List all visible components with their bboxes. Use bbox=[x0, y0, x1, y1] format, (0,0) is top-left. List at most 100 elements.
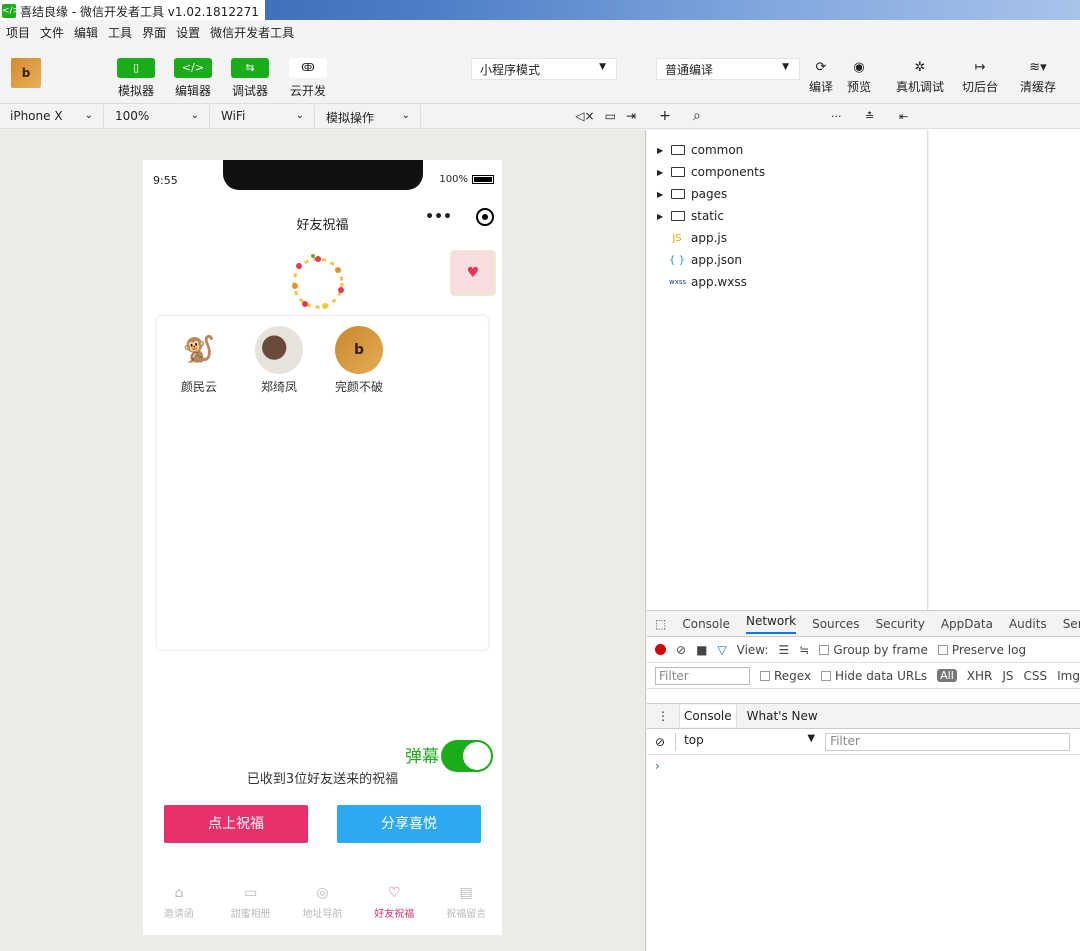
zoom-select[interactable]: 100% ⌄ bbox=[105, 105, 210, 129]
cloud-button[interactable]: ↂ 云开发 bbox=[283, 58, 333, 99]
device-bar: iPhone X ⌄ 100% ⌄ WiFi ⌄ 模拟操作 ⌄ ◁× ▭ ⇥ bbox=[0, 105, 646, 129]
tree-folder-pages[interactable]: ▶ pages bbox=[657, 183, 727, 205]
more-icon[interactable]: ••• bbox=[425, 209, 452, 225]
tree-folder-components[interactable]: ▶ components bbox=[657, 161, 765, 183]
music-button[interactable]: ♥ bbox=[450, 250, 496, 296]
tab-album[interactable]: ▭ 甜蜜相册 bbox=[215, 865, 287, 935]
phone-screen: 9:55 100% 好友祝福 ••• ♥ 🐒 颜民云 郑绮凤 b 完颜不破 弹幕… bbox=[143, 160, 502, 935]
hide-data-urls-checkbox[interactable]: Hide data URLs bbox=[821, 669, 927, 683]
console-prompt[interactable]: › bbox=[655, 759, 660, 773]
js-file-icon: JS bbox=[672, 232, 682, 244]
clear-icon[interactable]: ⊘ bbox=[676, 643, 686, 657]
filter-all[interactable]: All bbox=[937, 669, 957, 682]
clear-cache-button[interactable]: ≋▾ 清缓存 bbox=[1018, 58, 1058, 95]
menu-item-tools[interactable]: 工具 bbox=[108, 24, 132, 41]
filter-img[interactable]: Img bbox=[1057, 669, 1080, 683]
layers-icon: ≋▾ bbox=[1029, 60, 1047, 75]
menu-item-edit[interactable]: 编辑 bbox=[74, 24, 98, 41]
close-target-icon[interactable] bbox=[476, 208, 494, 226]
console-filter-input[interactable]: Filter bbox=[825, 732, 1071, 751]
expand-icon: ▶ bbox=[657, 167, 664, 177]
debugger-button[interactable]: ⇆ 调试器 bbox=[225, 58, 275, 99]
tab-blessings[interactable]: ♡ 好友祝福 bbox=[358, 865, 430, 935]
clear-console-icon[interactable]: ⊘ bbox=[655, 735, 665, 749]
devtools-panel: ⬚ Console Network Sources Security AppDa… bbox=[647, 610, 1080, 951]
drawer-tab-console[interactable]: Console bbox=[679, 705, 737, 727]
phone-icon: ▯ bbox=[117, 58, 155, 78]
menu-item-settings[interactable]: 设置 bbox=[176, 24, 200, 41]
status-battery: 100% bbox=[439, 174, 494, 185]
drawer-tab-whats-new[interactable]: What's New bbox=[747, 709, 818, 723]
inspect-icon[interactable]: ⬚ bbox=[655, 617, 666, 631]
window-icon[interactable]: ▭ bbox=[605, 109, 616, 123]
code-icon: </> bbox=[174, 58, 212, 78]
avatar: b bbox=[335, 326, 383, 374]
filter-js[interactable]: JS bbox=[1002, 669, 1013, 683]
more-icon[interactable]: ··· bbox=[831, 110, 842, 123]
message-icon: ▤ bbox=[459, 885, 473, 901]
tab-appdata[interactable]: AppData bbox=[941, 617, 993, 631]
preview-button[interactable]: ◉ 预览 bbox=[842, 58, 876, 95]
mute-icon[interactable]: ◁× bbox=[575, 109, 594, 123]
waterfall-icon[interactable]: ≒ bbox=[799, 643, 809, 657]
preserve-log-checkbox[interactable]: Preserve log bbox=[937, 643, 1026, 657]
tab-sources[interactable]: Sources bbox=[812, 617, 859, 631]
operation-select[interactable]: 模拟操作 ⌄ bbox=[316, 105, 421, 129]
menu-item-view[interactable]: 界面 bbox=[142, 24, 166, 41]
tab-navigation[interactable]: ◎ 地址导航 bbox=[287, 865, 359, 935]
wxss-file-icon: wxss bbox=[669, 278, 687, 286]
camera-icon[interactable]: ■ bbox=[696, 643, 707, 657]
tab-messages[interactable]: ▤ 祝福留言 bbox=[430, 865, 502, 935]
simulator-button[interactable]: ▯ 模拟器 bbox=[111, 58, 161, 99]
share-button[interactable]: 分享喜悦 bbox=[337, 805, 481, 843]
device-select[interactable]: iPhone X ⌄ bbox=[0, 105, 104, 129]
background-button[interactable]: ↦ 切后台 bbox=[960, 58, 1000, 95]
tree-folder-static[interactable]: ▶ static bbox=[657, 205, 724, 227]
tab-invitation[interactable]: ⌂ 邀请函 bbox=[143, 865, 215, 935]
console-drawer-tabs: ⋮ Console What's New bbox=[647, 703, 1080, 729]
tab-console[interactable]: Console bbox=[682, 617, 730, 631]
mode-select[interactable]: 小程序模式 ▼ bbox=[471, 58, 617, 80]
group-by-frame-checkbox[interactable]: Group by frame bbox=[819, 643, 928, 657]
compile-button[interactable]: ⟳ 编译 bbox=[806, 58, 836, 95]
project-avatar[interactable]: b bbox=[11, 58, 41, 88]
tree-file-app-js[interactable]: JS app.js bbox=[669, 227, 727, 249]
tab-sensor[interactable]: Sensor bbox=[1063, 617, 1080, 631]
regex-checkbox[interactable]: Regex bbox=[759, 669, 811, 683]
detach-icon[interactable]: ⇥ bbox=[626, 109, 636, 123]
simulator-area: 9:55 100% 好友祝福 ••• ♥ 🐒 颜民云 郑绮凤 b 完颜不破 弹幕… bbox=[0, 130, 646, 951]
add-icon[interactable]: + bbox=[659, 108, 671, 124]
menu-item-project[interactable]: 项目 bbox=[6, 24, 30, 41]
sort-icon[interactable]: ≛ bbox=[865, 110, 874, 123]
tree-file-app-wxss[interactable]: wxss app.wxss bbox=[669, 271, 747, 293]
tree-folder-common[interactable]: ▶ common bbox=[657, 139, 743, 161]
send-blessing-button[interactable]: 点上祝福 bbox=[164, 805, 308, 843]
collapse-icon[interactable]: ⇤ bbox=[899, 110, 908, 123]
tab-security[interactable]: Security bbox=[876, 617, 925, 631]
cloud-icon: ↂ bbox=[289, 58, 327, 78]
tree-file-app-json[interactable]: { } app.json bbox=[669, 249, 742, 271]
editor-tab-bar bbox=[929, 105, 1080, 129]
filter-css[interactable]: CSS bbox=[1024, 669, 1048, 683]
filter-icon[interactable]: ▽ bbox=[717, 643, 726, 657]
editor-button[interactable]: </> 编辑器 bbox=[168, 58, 218, 99]
heart-icon: ♡ bbox=[388, 885, 401, 901]
list-view-icon[interactable]: ☰ bbox=[779, 643, 790, 657]
menu-item-devtools[interactable]: 微信开发者工具 bbox=[210, 24, 294, 41]
menu-item-file[interactable]: 文件 bbox=[40, 24, 64, 41]
context-select[interactable]: top ▼ bbox=[675, 732, 815, 751]
drawer-menu-icon[interactable]: ⋮ bbox=[657, 709, 669, 723]
avatar: 🐒 bbox=[175, 326, 223, 374]
devtools-tabs: ⬚ Console Network Sources Security AppDa… bbox=[647, 611, 1080, 637]
search-icon[interactable]: ⌕ bbox=[693, 108, 701, 124]
network-filter-input[interactable]: Filter bbox=[655, 666, 750, 685]
remote-debug-button[interactable]: ✲ 真机调试 bbox=[894, 58, 946, 95]
tab-audits[interactable]: Audits bbox=[1009, 617, 1047, 631]
filter-xhr[interactable]: XHR bbox=[967, 669, 993, 683]
compile-mode-select[interactable]: 普通编译 ▼ bbox=[656, 58, 800, 80]
capsule-menu: ••• bbox=[425, 208, 494, 226]
expand-icon: ▶ bbox=[657, 211, 664, 221]
tab-network[interactable]: Network bbox=[745, 614, 797, 634]
record-icon[interactable] bbox=[655, 644, 666, 655]
network-select[interactable]: WiFi ⌄ bbox=[211, 105, 315, 129]
